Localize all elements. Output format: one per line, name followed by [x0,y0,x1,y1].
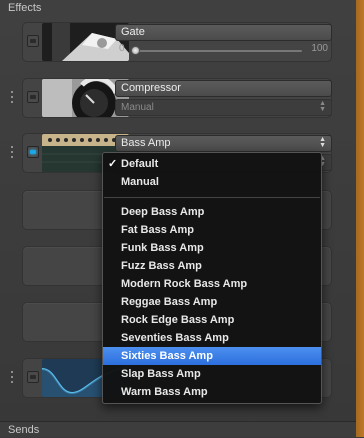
gate-threshold-slider[interactable]: 0 100 [115,43,332,58]
menu-item-label: Manual [121,176,159,188]
bass-amp-power-button[interactable] [27,146,39,158]
compressor-power-button[interactable] [27,91,39,103]
menu-item-label: Slap Bass Amp [121,368,201,380]
menu-item-label: Warm Bass Amp [121,386,208,398]
power-led-icon [30,95,36,99]
menu-item-funk-bass-amp[interactable]: Funk Bass Amp [103,239,321,257]
sends-header: Sends [0,421,364,437]
menu-item-deep-bass-amp[interactable]: Deep Bass Amp [103,203,321,221]
menu-item-sixties-bass-amp[interactable]: Sixties Bass Amp [103,347,321,365]
menu-item-modern-rock-bass-amp[interactable]: Modern Rock Bass Amp [103,275,321,293]
effects-header: Effects [8,2,42,14]
compressor-preset: Manual [121,102,154,113]
menu-item-rock-edge-bass-amp[interactable]: Rock Edge Bass Amp [103,311,321,329]
menu-item-label: Funk Bass Amp [121,242,204,254]
menu-item-label: Reggae Bass Amp [121,296,218,308]
menu-item-label: Sixties Bass Amp [121,350,213,362]
compressor-name-field[interactable]: Compressor [115,80,332,97]
menu-item-default[interactable]: ✓ Default [103,155,321,173]
menu-item-label: Default [121,158,159,170]
menu-item-manual[interactable]: Manual [103,173,321,191]
effects-panel: Effects Gate 0 100 Compressor Manual ▲ ▼… [0,0,364,437]
power-led-icon [30,39,36,43]
bass-amp-name-field[interactable]: Bass Amp ▲ ▼ [115,135,332,152]
gate-power-button[interactable] [27,35,39,47]
menu-item-label: Deep Bass Amp [121,206,205,218]
menu-item-seventies-bass-amp[interactable]: Seventies Bass Amp [103,329,321,347]
updown-arrows-icon: ▲ ▼ [319,136,326,149]
menu-item-slap-bass-amp[interactable]: Slap Bass Amp [103,365,321,383]
slider-knob[interactable] [131,46,140,55]
power-led-icon [30,375,36,379]
menu-item-label: Modern Rock Bass Amp [121,278,248,290]
drag-handle-icon[interactable] [10,146,14,160]
gate-name-field[interactable]: Gate [115,24,332,41]
power-led-icon [30,150,36,154]
eq-power-button[interactable] [27,371,39,383]
side-strip [356,0,364,437]
drag-handle-icon[interactable] [10,371,14,385]
drag-handle-icon[interactable] [10,91,14,105]
effect-slot-gate[interactable]: Gate 0 100 [22,22,332,62]
compressor-preset-select[interactable]: Manual ▲ ▼ [115,99,332,116]
bass-amp-name: Bass Amp [121,137,171,149]
menu-item-label: Seventies Bass Amp [121,332,229,344]
menu-item-warm-bass-amp[interactable]: Warm Bass Amp [103,383,321,401]
gate-name: Gate [121,26,145,38]
menu-item-reggae-bass-amp[interactable]: Reggae Bass Amp [103,293,321,311]
slider-max-label: 100 [311,43,328,54]
effect-slot-compressor[interactable]: Compressor Manual ▲ ▼ [22,78,332,118]
menu-item-fuzz-bass-amp[interactable]: Fuzz Bass Amp [103,257,321,275]
menu-item-label: Fuzz Bass Amp [121,260,202,272]
bass-amp-preset-menu[interactable]: ✓ Default Manual Deep Bass Amp Fat Bass … [102,152,322,404]
checkmark-icon: ✓ [108,158,118,170]
menu-item-label: Rock Edge Bass Amp [121,314,235,326]
menu-separator [104,197,320,198]
menu-item-fat-bass-amp[interactable]: Fat Bass Amp [103,221,321,239]
menu-item-label: Fat Bass Amp [121,224,194,236]
slider-track [133,50,302,52]
updown-arrows-icon: ▲ ▼ [319,100,326,113]
compressor-name: Compressor [121,82,181,94]
slider-min-label: 0 [119,43,125,54]
